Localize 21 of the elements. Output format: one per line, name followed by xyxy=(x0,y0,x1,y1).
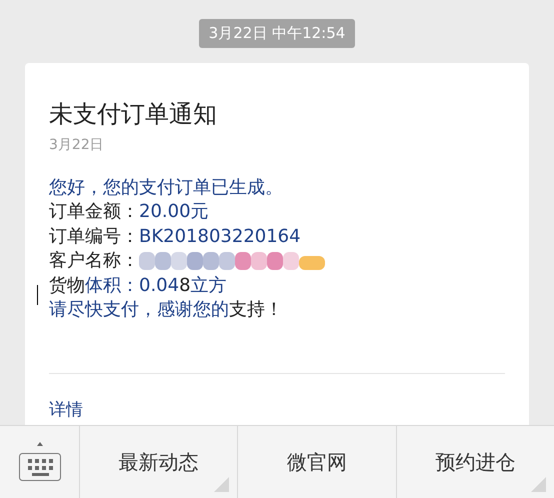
details-link[interactable]: 详情 xyxy=(49,400,83,420)
message-text: 8 xyxy=(179,274,191,298)
message-text: 20.00元 xyxy=(139,200,209,224)
message-text: 订单金额： xyxy=(49,200,139,224)
message-text: 立方 xyxy=(190,274,227,298)
menu-button[interactable]: 预约进仓 xyxy=(396,426,554,498)
message-text: 支持！ xyxy=(229,298,283,322)
keyboard-icon xyxy=(18,442,62,482)
message-text: 体积：0.04 xyxy=(85,274,180,298)
message-text: BK201803220164 xyxy=(139,224,301,248)
menu-button[interactable]: 最新动态 xyxy=(80,426,238,498)
timestamp: 3月22日 中午12:54 xyxy=(198,19,356,48)
message-text: 客户名称： xyxy=(49,249,139,273)
menu-button[interactable]: 微官网 xyxy=(238,426,397,498)
message-text: 您好，您的支付订单已生成。 xyxy=(49,176,283,200)
card-title: 未支付订单通知 xyxy=(49,98,218,128)
text-cursor xyxy=(37,284,38,304)
message-text: 请尽快支付，感谢您的 xyxy=(49,298,229,322)
message-text: 货物 xyxy=(49,274,85,298)
card-date: 3月22日 xyxy=(49,136,105,154)
message-text: 订单编号： xyxy=(49,224,139,248)
